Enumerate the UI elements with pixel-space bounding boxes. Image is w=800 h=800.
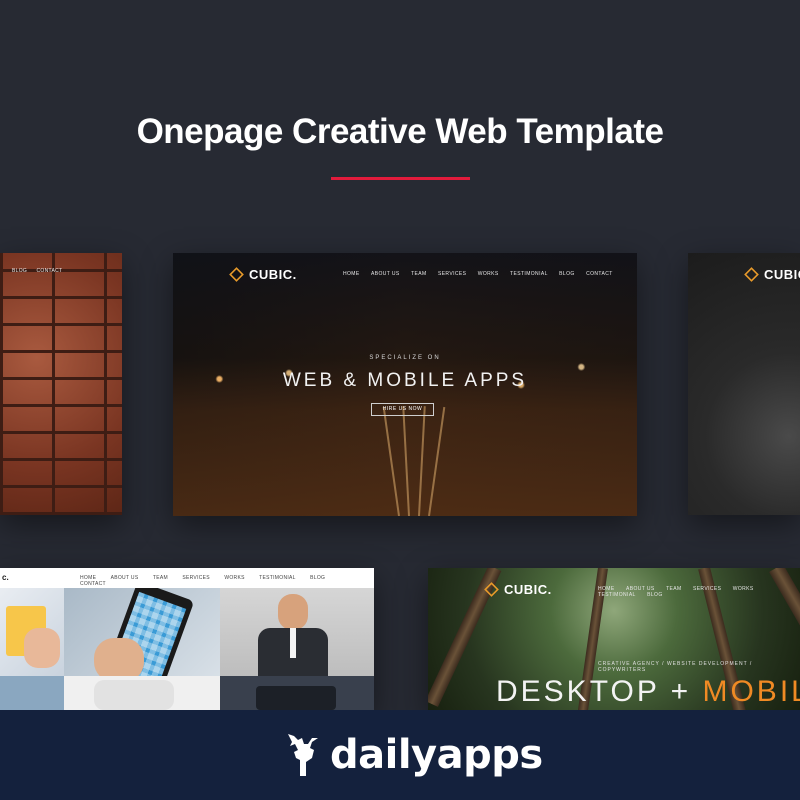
grid-nav-about[interactable]: ABOUT US — [111, 575, 139, 581]
footer-banner: dailyapps — [0, 710, 800, 800]
hero-brand[interactable]: CUBIC. — [229, 267, 297, 282]
hero-nav-testimonial[interactable]: TESTIMONIAL — [510, 271, 548, 277]
tshirt-image — [94, 680, 174, 710]
cubic-hero-preview-card[interactable]: CUBIC. HOME ABOUT US TEAM SERVICES WORKS… — [173, 253, 637, 516]
hero-nav-contact[interactable]: CONTACT — [586, 271, 613, 277]
forest-kicker: CREATIVE AGENCY / WEBSITE DEVELOPMENT / … — [598, 661, 753, 673]
hand-image — [24, 628, 60, 668]
cube-icon — [484, 582, 499, 597]
hero-nav-team[interactable]: TEAM — [411, 271, 427, 277]
dailyapps-logo[interactable]: dailyapps — [282, 732, 543, 778]
forest-nav: HOME ABOUT US TEAM SERVICES WORKS TESTIM… — [598, 586, 800, 598]
cube-icon — [744, 267, 759, 282]
page-headline: Onepage Creative Web Template — [136, 112, 664, 151]
grid-nav-services[interactable]: SERVICES — [182, 575, 210, 581]
brick-nav: BLOG CONTACT — [12, 268, 70, 274]
right-brand[interactable]: CUBIC — [744, 267, 800, 282]
grid-nav-blog[interactable]: BLOG — [310, 575, 325, 581]
forest-nav-testimonial[interactable]: TESTIMONIAL — [598, 592, 636, 598]
hero-nav-home[interactable]: HOME — [343, 271, 360, 277]
laptop-image — [256, 686, 336, 710]
grid-nav-contact[interactable]: CONTACT — [80, 581, 106, 587]
forest-brand-name: CUBIC. — [504, 582, 552, 597]
rail-track — [382, 406, 400, 516]
cubic-forest-preview-card[interactable]: CUBIC. HOME ABOUT US TEAM SERVICES WORKS… — [428, 568, 800, 710]
hero-title: WEB & MOBILE APPS — [282, 370, 528, 391]
forest-nav-works[interactable]: WORKS — [733, 586, 754, 592]
grid-tile-6[interactable] — [220, 676, 374, 710]
cubic-dark-preview-card[interactable]: CUBIC — [688, 253, 800, 515]
man-shirt — [290, 628, 296, 658]
hire-us-button[interactable]: HIRE US NOW — [371, 403, 434, 416]
hero-nav: HOME ABOUT US TEAM SERVICES WORKS TESTIM… — [343, 271, 623, 277]
grid-tile-businessman[interactable] — [220, 588, 374, 676]
forest-title-accent: MOBIL — [702, 675, 800, 708]
brick-preview-card[interactable]: BLOG CONTACT — [0, 253, 122, 515]
grid-tile-phone[interactable] — [64, 588, 220, 676]
brick-nav-blog[interactable]: BLOG — [12, 268, 27, 274]
hero-brand-name: CUBIC. — [249, 267, 297, 282]
grid-nav-testimonial[interactable]: TESTIMONIAL — [259, 575, 296, 581]
title-underline — [331, 177, 470, 180]
forest-title-main: DESKTOP + — [496, 675, 703, 708]
hero-nav-works[interactable]: WORKS — [478, 271, 499, 277]
grid-logo[interactable]: c. — [2, 573, 9, 582]
grid-tile-5[interactable] — [64, 676, 220, 710]
grid-tile-4[interactable] — [0, 676, 64, 710]
hero-nav-about[interactable]: ABOUT US — [371, 271, 400, 277]
grid-nav-works[interactable]: WORKS — [224, 575, 244, 581]
grid-nav-bar: c. HOME ABOUT US TEAM SERVICES WORKS TES… — [0, 568, 374, 588]
cube-icon — [229, 267, 244, 282]
hand-image — [94, 638, 144, 676]
hero-nav-blog[interactable]: BLOG — [559, 271, 575, 277]
hero-kicker: SPECIALIZE ON — [369, 355, 441, 361]
man-head — [278, 594, 308, 630]
rail-track — [428, 406, 446, 516]
deer-icon — [288, 734, 318, 776]
dailyapps-wordmark: dailyapps — [330, 732, 543, 778]
forest-title: DESKTOP + MOBIL — [496, 675, 800, 709]
cubic-portfolio-preview-card[interactable]: c. HOME ABOUT US TEAM SERVICES WORKS TES… — [0, 568, 374, 710]
forest-nav-services[interactable]: SERVICES — [693, 586, 721, 592]
rail-track — [418, 406, 426, 516]
grid-nav: HOME ABOUT US TEAM SERVICES WORKS TESTIM… — [80, 575, 374, 587]
forest-nav-team[interactable]: TEAM — [666, 586, 682, 592]
brick-nav-contact[interactable]: CONTACT — [37, 268, 63, 274]
rail-track — [402, 406, 410, 516]
forest-nav-blog[interactable]: BLOG — [647, 592, 663, 598]
grid-nav-team[interactable]: TEAM — [153, 575, 168, 581]
forest-brand[interactable]: CUBIC. — [484, 582, 552, 597]
right-brand-name: CUBIC — [764, 267, 800, 282]
grid-tile-tablet[interactable] — [0, 588, 64, 676]
hero-nav-services[interactable]: SERVICES — [438, 271, 466, 277]
